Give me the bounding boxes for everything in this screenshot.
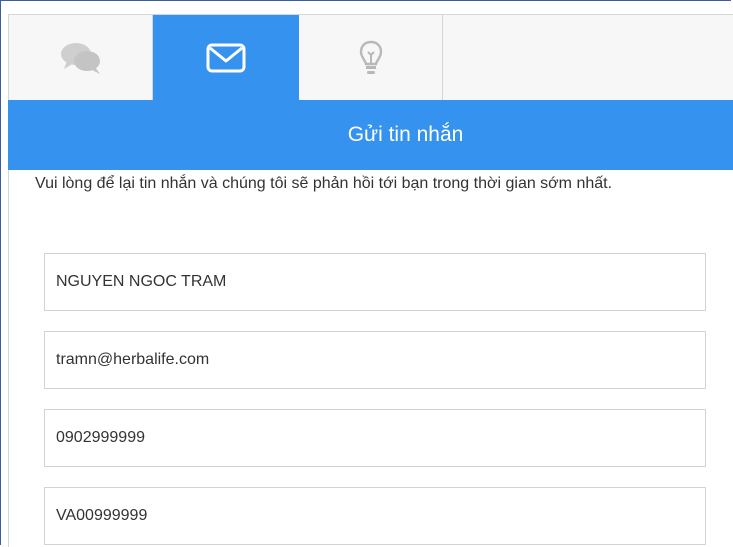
tab-chat[interactable] (9, 15, 153, 101)
name-field[interactable] (44, 253, 706, 311)
envelope-icon (206, 43, 245, 73)
tab-tips[interactable] (299, 15, 443, 101)
lightbulb-icon (359, 40, 382, 74)
phone-field[interactable] (44, 409, 706, 467)
header-title: Gửi tin nhắn (347, 123, 464, 146)
chat-bubbles-icon (60, 43, 100, 74)
panel-left-border (8, 170, 9, 547)
tab-bar-spacer (443, 15, 733, 100)
message-header: Gửi tin nhắn (8, 100, 733, 170)
tab-bar (8, 14, 733, 101)
email-field[interactable] (44, 331, 706, 389)
distributor-id-field[interactable] (44, 487, 706, 545)
intro-text: Vui lòng để lại tin nhắn và chúng tôi sẽ… (35, 175, 613, 192)
tab-message[interactable] (153, 15, 299, 101)
